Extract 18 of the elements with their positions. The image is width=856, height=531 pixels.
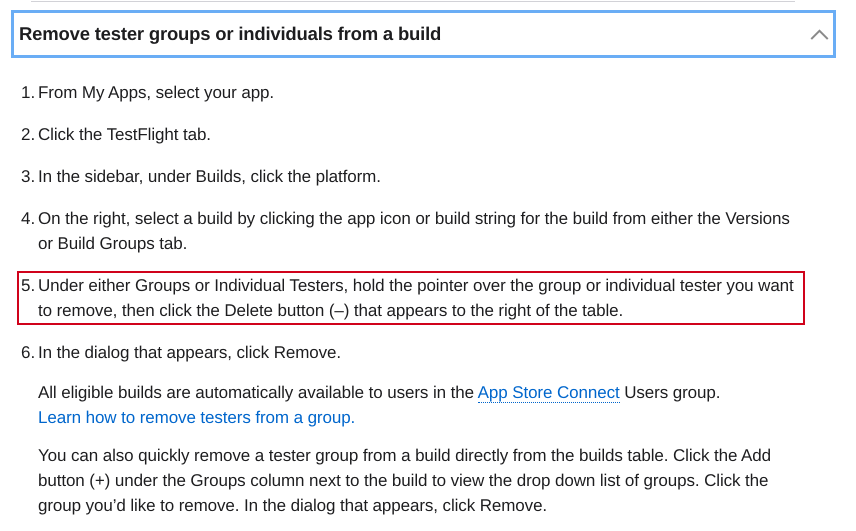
step-number: 4. [21, 208, 36, 230]
step-text: Click the TestFlight tab. [38, 124, 212, 146]
step-number: 5. [21, 275, 36, 297]
step-text: On the right, select a build by clicking the app icon or build string for the build from either the Versions or Build Groups tab. [38, 208, 791, 255]
section-header[interactable]: Remove tester groups or individuals from a build [11, 10, 836, 58]
note-paragraph: You can also quickly remove a tester group from a build directly from the builds table. Click the Add button (+) under the Groups column next to the build to view the drop down list of groups. Click the group you’d like to remove. In the dialog that appears, click Remove. [38, 445, 772, 517]
step-text: In the sidebar, under Builds, click the platform. [38, 166, 382, 188]
note-paragraph: All eligible builds are automatically available to users in the App Store Connect Users group. Learn how to remove testers from a group. [38, 382, 722, 429]
step-text: Under either Groups or Individual Testers, hold the pointer over the group or individual tester you want to remove, then click the Delete button (–) that appears to the right of the table. [38, 275, 795, 322]
chevron-up-icon [810, 28, 829, 40]
step-number: 3. [21, 166, 36, 188]
step-number: 6. [21, 342, 36, 364]
step-number: 1. [21, 82, 36, 104]
term-link[interactable]: App Store Connect [478, 383, 620, 403]
step-text: In the dialog that appears, click Remove. [38, 342, 342, 364]
step-text: From My Apps, select your app. [38, 82, 276, 104]
step-number: 2. [21, 124, 36, 146]
help-link[interactable]: Learn how to remove testers from a group. [38, 408, 356, 427]
